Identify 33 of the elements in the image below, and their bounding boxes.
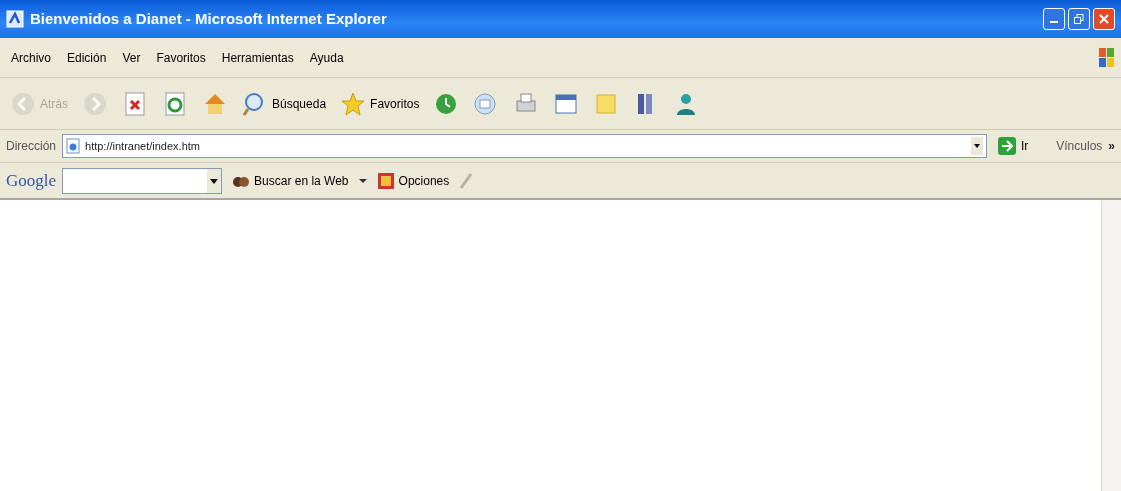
restore-button[interactable] [1068,8,1090,30]
address-field[interactable]: http://intranet/index.htm [62,134,987,158]
refresh-icon [162,90,188,117]
stop-icon [122,90,148,117]
web-search-button[interactable]: Buscar en la Web [228,169,353,192]
page-icon [66,138,82,154]
star-icon [340,90,367,117]
restore-icon [1074,14,1084,24]
go-button[interactable]: Ir [992,134,1033,158]
window-title: Bienvenidos a Dianet - Microsoft Internet Explorer [30,8,387,29]
browser-icon [6,10,24,28]
menu-item[interactable]: Favoritos [148,48,214,67]
minimize-button[interactable] [1043,8,1065,30]
caret-icon[interactable] [358,176,367,185]
close-icon [1099,14,1109,24]
dropdown-icon[interactable] [970,137,983,155]
menu-item[interactable]: Ver [114,48,149,67]
scrollbar[interactable] [1101,200,1121,491]
options-button[interactable]: Opciones [372,169,454,192]
address-label: Dirección [6,138,56,155]
search-button[interactable]: Búsqueda [238,88,331,119]
menu-item[interactable]: Edición [59,48,115,67]
more-chevron[interactable]: » [1108,137,1115,155]
menu-item[interactable]: Ayuda [301,48,352,67]
google-search-field[interactable] [62,167,223,194]
dropdown-icon[interactable] [207,168,222,193]
close-button[interactable] [1093,8,1115,30]
menu-item[interactable]: Herramientas [213,48,302,67]
favorites-button[interactable]: Favoritos [336,88,424,119]
google-logo[interactable]: Google [6,167,57,194]
options-icon [376,171,395,190]
links-label[interactable]: Vínculos [1056,137,1103,155]
menu-item[interactable]: Archivo [3,48,59,67]
